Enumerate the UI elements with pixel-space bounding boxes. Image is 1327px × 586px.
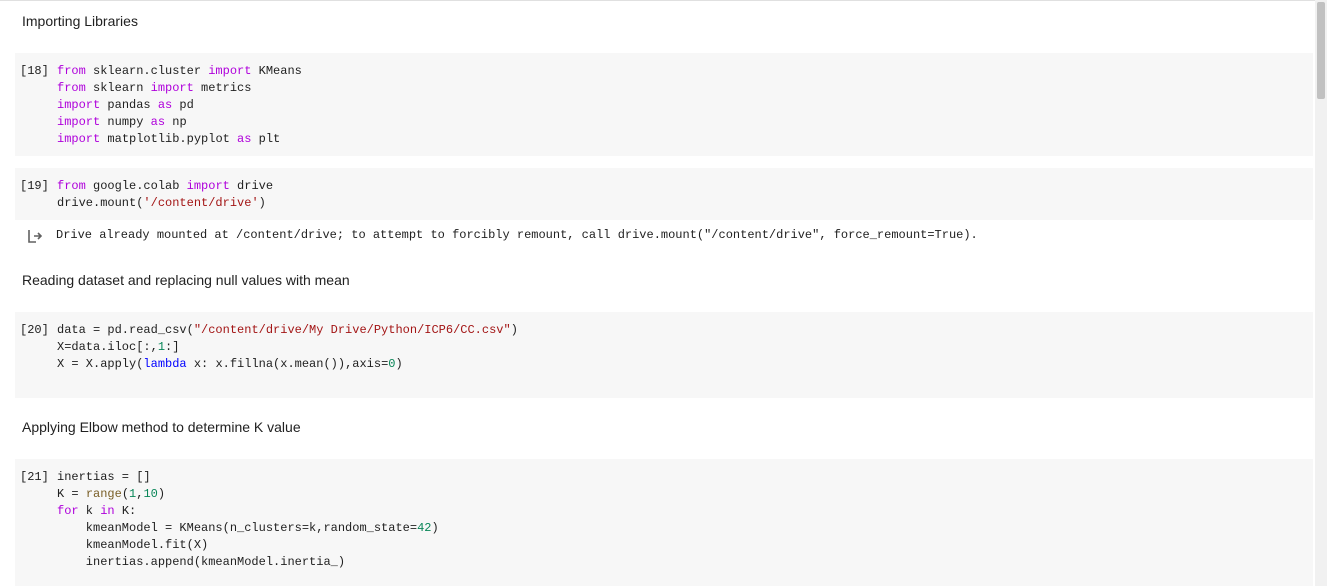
keyword-token: from	[57, 81, 86, 95]
code-line[interactable]: from google.colab import drive	[57, 178, 273, 195]
execution-count[interactable]: [18]	[20, 63, 49, 80]
keyword-token: import	[186, 179, 230, 193]
keyword-token: as	[157, 98, 173, 112]
code-line[interactable]: from sklearn import metrics	[57, 80, 302, 97]
keyword-token: import	[57, 98, 101, 112]
code-token: metrics	[193, 81, 252, 95]
number-token: 42	[417, 521, 432, 535]
code-line[interactable]: import pandas as pd	[57, 97, 302, 114]
builtin-token: range	[85, 487, 122, 501]
code-token: pd	[172, 98, 194, 112]
code-token: X=data.iloc[:,	[57, 340, 158, 354]
code-cell-18[interactable]: [18] from sklearn.cluster import KMeans f…	[15, 53, 1313, 156]
execution-count[interactable]: [21]	[20, 469, 49, 486]
code-line[interactable]: import matplotlib.pyplot as plt	[57, 131, 302, 148]
code-token: KMeans	[251, 64, 302, 78]
code-token: sklearn	[85, 81, 151, 95]
code-token: :]	[165, 340, 180, 354]
code-token: np	[165, 115, 187, 129]
keyword-token: as	[237, 132, 252, 146]
keyword-token: import	[208, 64, 252, 78]
heading-elbow-method: Applying Elbow method to determine K val…	[22, 419, 301, 435]
code-line[interactable]: import numpy as np	[57, 114, 302, 131]
number-token: 10	[143, 487, 158, 501]
code-cell-21[interactable]: [21] inertias = [] K = range(1,10) for k i…	[15, 459, 1313, 586]
code-token: )	[510, 323, 518, 337]
code-line[interactable]: data = pd.read_csv("/content/drive/My Dr…	[57, 322, 518, 339]
code-token: inertias = []	[57, 470, 151, 484]
string-token: "/content/drive/My Drive/Python/ICP6/CC.…	[193, 323, 511, 337]
code-line[interactable]: for k in K:	[57, 503, 439, 520]
keyword-token: import	[57, 115, 101, 129]
code-token: drive	[229, 179, 274, 193]
keyword-token: import	[150, 81, 194, 95]
keyword-token: for	[57, 504, 79, 518]
code-token: k	[78, 504, 101, 518]
code-line[interactable]: from sklearn.cluster import KMeans	[57, 63, 302, 80]
code-token: pandas	[100, 98, 158, 112]
code-cell-20[interactable]: [20] data = pd.read_csv("/content/drive/…	[15, 312, 1313, 398]
cell-output: Drive already mounted at /content/drive;…	[15, 220, 1313, 250]
keyword-token: lambda	[143, 357, 187, 371]
code-token: inertias.append(kmeanModel.inertia_)	[57, 555, 346, 569]
heading-reading-dataset: Reading dataset and replacing null value…	[22, 272, 350, 288]
keyword-token: in	[100, 504, 115, 518]
code-token: X = X.apply(	[57, 357, 144, 371]
output-text: Drive already mounted at /content/drive;…	[56, 228, 978, 242]
code-token: (	[121, 487, 130, 501]
code-line[interactable]: X=data.iloc[:,1:]	[57, 339, 518, 356]
code-token: drive.mount(	[57, 196, 144, 210]
code-editor[interactable]: data = pd.read_csv("/content/drive/My Dr…	[57, 322, 518, 373]
keyword-token: import	[57, 132, 101, 146]
code-token: )	[395, 357, 403, 371]
execution-count[interactable]: [20]	[20, 322, 49, 339]
number-token: 1	[157, 340, 166, 354]
keyword-token: from	[57, 179, 86, 193]
code-line[interactable]: inertias = []	[57, 469, 439, 486]
keyword-token: from	[57, 64, 86, 78]
code-token: K:	[114, 504, 137, 518]
code-token: kmeanModel = KMeans(n_clusters=k,random_…	[57, 521, 418, 535]
code-editor[interactable]: inertias = [] K = range(1,10) for k in K: …	[57, 469, 439, 571]
scrollbar-thumb[interactable]	[1317, 2, 1325, 99]
code-token: )	[258, 196, 266, 210]
code-line[interactable]: kmeanModel = KMeans(n_clusters=k,random_…	[57, 520, 439, 537]
code-token: )	[157, 487, 166, 501]
code-token: plt	[251, 132, 281, 146]
code-token: )	[431, 521, 439, 535]
code-token: x: x.fillna(x.mean()),axis=	[186, 357, 389, 371]
code-token: data = pd.read_csv(	[57, 323, 194, 337]
code-token: numpy	[100, 115, 151, 129]
code-token: google.colab	[85, 179, 187, 193]
code-line[interactable]: K = range(1,10)	[57, 486, 439, 503]
execution-count[interactable]: [19]	[20, 178, 49, 195]
code-token: sklearn.cluster	[85, 64, 209, 78]
heading-importing-libraries: Importing Libraries	[22, 13, 138, 29]
code-line[interactable]: kmeanModel.fit(X)	[57, 537, 439, 554]
code-line[interactable]: drive.mount('/content/drive')	[57, 195, 273, 212]
string-token: '/content/drive'	[143, 196, 259, 210]
output-arrow-icon[interactable]	[28, 229, 42, 243]
code-token: K =	[57, 487, 86, 501]
top-divider	[0, 0, 1315, 1]
keyword-token: as	[150, 115, 166, 129]
code-cell-19[interactable]: [19] from google.colab import drive drive…	[15, 168, 1313, 220]
code-line[interactable]: inertias.append(kmeanModel.inertia_)	[57, 554, 439, 571]
vertical-scrollbar[interactable]	[1315, 0, 1327, 586]
code-editor[interactable]: from sklearn.cluster import KMeans from s…	[57, 63, 302, 148]
code-editor[interactable]: from google.colab import drive drive.moun…	[57, 178, 273, 212]
code-line[interactable]: X = X.apply(lambda x: x.fillna(x.mean())…	[57, 356, 518, 373]
code-token: matplotlib.pyplot	[100, 132, 238, 146]
code-token: kmeanModel.fit(X)	[57, 538, 209, 552]
